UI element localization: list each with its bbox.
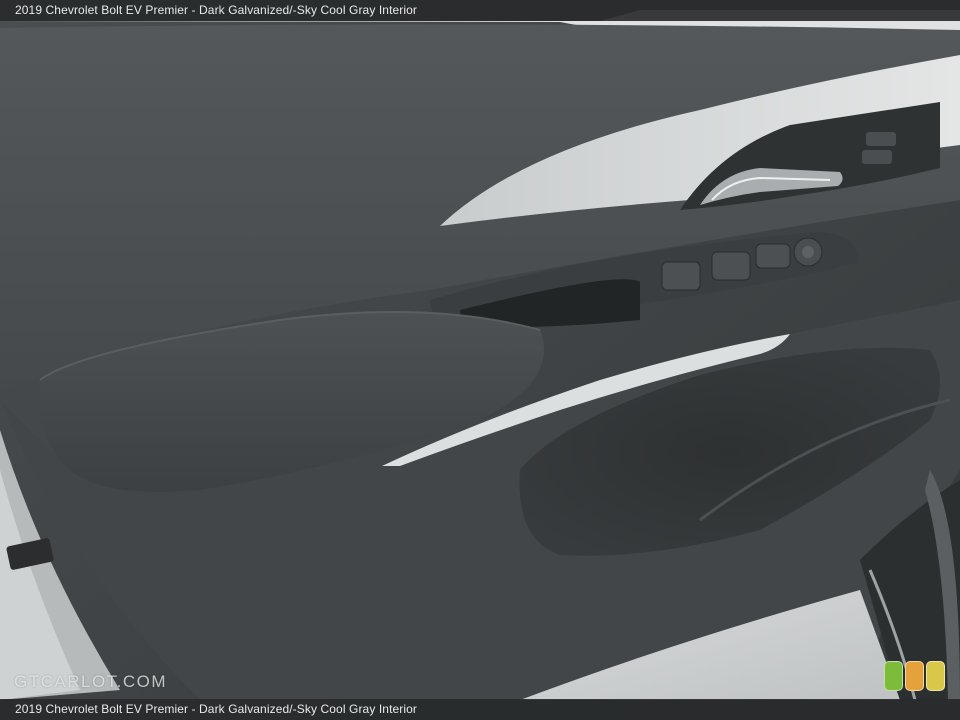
caption-bottom: 2019 Chevrolet Bolt EV Premier - Dark Ga… [0, 699, 960, 720]
logo-green-dot [884, 661, 903, 691]
logo-yellow-dot [926, 661, 945, 691]
gtcarlot-watermark: GTCARLOT.COM [14, 672, 168, 691]
door-panel-photo [0, 0, 960, 720]
caption-top: 2019 Chevrolet Bolt EV Premier - Dark Ga… [0, 0, 960, 21]
site-logo-icon [884, 659, 946, 691]
logo-orange-dot [905, 661, 924, 691]
